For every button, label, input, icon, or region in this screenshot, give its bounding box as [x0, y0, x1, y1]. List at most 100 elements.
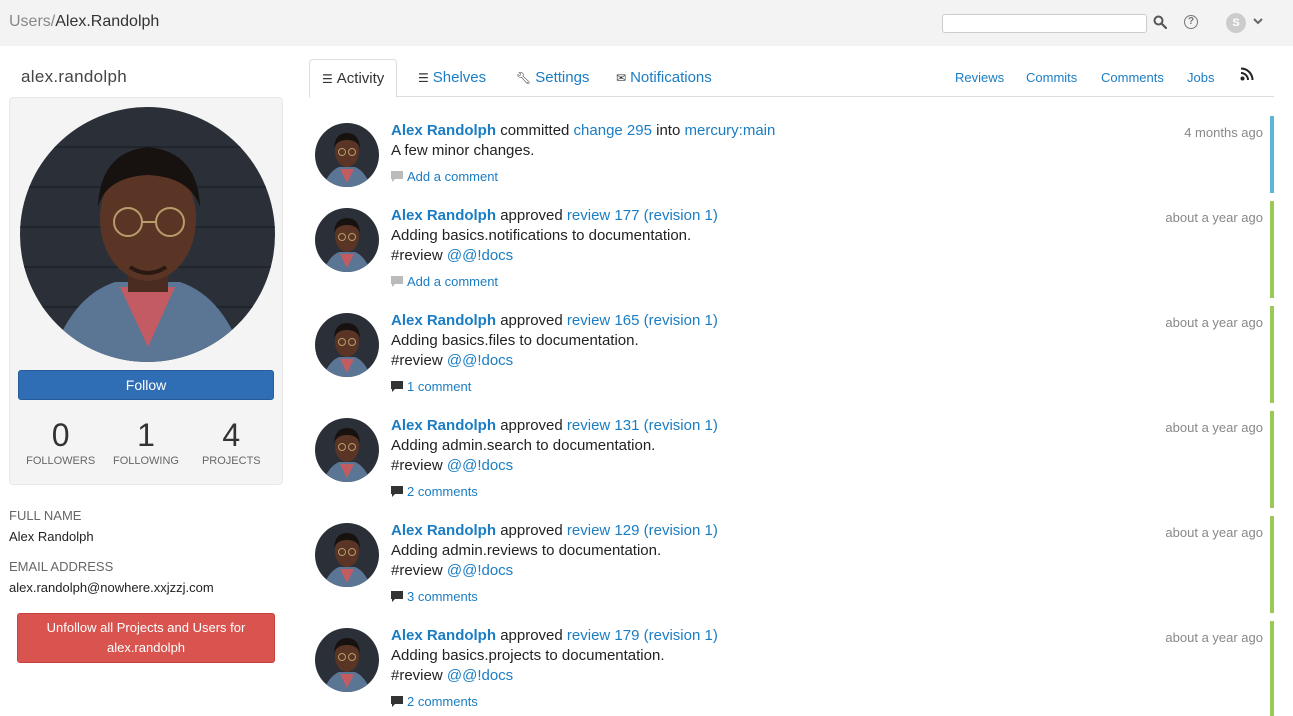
comment-icon — [391, 591, 403, 602]
list-icon: ☰ — [418, 71, 429, 85]
activity-timestamp: about a year ago — [1165, 630, 1263, 645]
follow-button[interactable]: Follow — [18, 370, 274, 400]
author-link[interactable]: Alex Randolph — [391, 122, 496, 139]
review-tag: #review — [391, 352, 443, 369]
top-bar: Users/Alex.Randolph ? S — [0, 0, 1293, 46]
activity-description: Adding basics.files to documentation. — [391, 332, 639, 349]
activity-timestamp: about a year ago — [1165, 315, 1263, 330]
full-name-label: FULL NAME — [9, 508, 82, 523]
profile-card: Follow 0 FOLLOWERS 1 FOLLOWING 4 PROJECT… — [9, 97, 283, 485]
activity-summary: Alex Randolph approved review 177 (revis… — [391, 207, 718, 224]
projects-label: PROJECTS — [201, 455, 261, 467]
envelope-icon: ✉ — [616, 71, 627, 85]
activity-target-link[interactable]: change 295 — [574, 122, 652, 139]
activity-type-bar — [1270, 306, 1274, 403]
comment-icon — [391, 381, 403, 392]
user-menu-avatar[interactable]: S — [1226, 13, 1246, 33]
author-link[interactable]: Alex Randolph — [391, 417, 496, 434]
unfollow-all-button[interactable]: Unfollow all Projects and Users for alex… — [17, 613, 275, 663]
activity-tags: #review @@!docs — [391, 247, 513, 264]
activity-summary: Alex Randolph approved review 131 (revis… — [391, 417, 718, 434]
comments-link[interactable]: Add a comment — [391, 169, 498, 184]
filter-comments-link[interactable]: Comments — [1101, 70, 1164, 85]
activity-target-link[interactable]: review 129 (revision 1) — [567, 522, 718, 539]
activity-target-link[interactable]: review 179 (revision 1) — [567, 627, 718, 644]
activity-tags: #review @@!docs — [391, 352, 513, 369]
mention-link[interactable]: @@!docs — [447, 457, 513, 474]
activity-type-bar — [1270, 116, 1274, 193]
activity-item: Alex Randolph approved review 129 (revis… — [309, 516, 1274, 613]
author-avatar[interactable] — [315, 123, 379, 187]
activity-summary: Alex Randolph committed change 295 into … — [391, 122, 775, 139]
activity-verb: approved — [500, 312, 563, 329]
activity-type-bar — [1270, 201, 1274, 298]
following-stat[interactable]: 1 FOLLOWING — [103, 416, 188, 467]
comments-label: 1 comment — [407, 379, 472, 394]
activity-target-link[interactable]: review 165 (revision 1) — [567, 312, 718, 329]
mention-link[interactable]: @@!docs — [447, 667, 513, 684]
rss-icon[interactable] — [1240, 67, 1254, 81]
mention-link[interactable]: @@!docs — [447, 247, 513, 264]
activity-item: Alex Randolph approved review 179 (revis… — [309, 621, 1274, 716]
activity-target-link[interactable]: review 131 (revision 1) — [567, 417, 718, 434]
activity-description: Adding basics.projects to documentation. — [391, 647, 665, 664]
tab-shelves[interactable]: ☰ Shelves — [406, 59, 498, 97]
email-label: EMAIL ADDRESS — [9, 559, 114, 574]
comment-icon — [391, 486, 403, 497]
mention-link[interactable]: @@!docs — [447, 352, 513, 369]
profile-stats: 0 FOLLOWERS 1 FOLLOWING 4 PROJECTS — [18, 416, 274, 467]
author-avatar[interactable] — [315, 208, 379, 272]
comments-link[interactable]: 2 comments — [391, 694, 478, 709]
profile-username: alex.randolph — [21, 67, 127, 86]
review-tag: #review — [391, 457, 443, 474]
activity-target2-link[interactable]: mercury:main — [684, 122, 775, 139]
comments-label: 2 comments — [407, 484, 478, 499]
author-avatar[interactable] — [315, 628, 379, 692]
filter-jobs-link[interactable]: Jobs — [1187, 70, 1214, 85]
chevron-down-icon[interactable] — [1252, 16, 1264, 26]
author-avatar[interactable] — [315, 523, 379, 587]
comments-link[interactable]: 2 comments — [391, 484, 478, 499]
author-avatar[interactable] — [315, 418, 379, 482]
comments-link[interactable]: Add a comment — [391, 274, 498, 289]
activity-summary: Alex Randolph approved review 179 (revis… — [391, 627, 718, 644]
comments-link[interactable]: 1 comment — [391, 379, 471, 394]
activity-summary: Alex Randolph approved review 129 (revis… — [391, 522, 718, 539]
activity-type-bar — [1270, 411, 1274, 508]
author-link[interactable]: Alex Randolph — [391, 627, 496, 644]
help-icon[interactable]: ? — [1184, 15, 1198, 29]
followers-stat[interactable]: 0 FOLLOWERS — [18, 416, 103, 467]
comments-label: Add a comment — [407, 169, 499, 184]
activity-verb: approved — [500, 522, 563, 539]
activity-timestamp: about a year ago — [1165, 210, 1263, 225]
activity-target-link[interactable]: review 177 (revision 1) — [567, 207, 718, 224]
activity-description: Adding admin.reviews to documentation. — [391, 542, 662, 559]
filter-commits-link[interactable]: Commits — [1026, 70, 1077, 85]
activity-description: Adding admin.search to documentation. — [391, 437, 656, 454]
wrench-icon: 🔧︎ — [516, 71, 532, 85]
activity-verb: committed — [500, 122, 570, 139]
activity-verb: approved — [500, 417, 563, 434]
search-input[interactable] — [942, 14, 1147, 33]
activity-description: A few minor changes. — [391, 142, 535, 159]
author-link[interactable]: Alex Randolph — [391, 207, 496, 224]
tab-settings[interactable]: 🔧︎ Settings — [504, 59, 601, 97]
review-tag: #review — [391, 247, 443, 264]
author-avatar[interactable] — [315, 313, 379, 377]
projects-stat[interactable]: 4 PROJECTS — [189, 416, 274, 467]
unfollow-label-line1: Unfollow all Projects and Users for — [46, 620, 246, 635]
activity-tags: #review @@!docs — [391, 457, 513, 474]
author-link[interactable]: Alex Randolph — [391, 522, 496, 539]
search-icon[interactable] — [1153, 15, 1167, 29]
tab-notifications[interactable]: ✉ Notifications — [604, 59, 724, 97]
activity-description: Adding basics.notifications to documenta… — [391, 227, 692, 244]
comments-link[interactable]: 3 comments — [391, 589, 478, 604]
filter-reviews-link[interactable]: Reviews — [955, 70, 1004, 85]
email-value: alex.randolph@nowhere.xxjzzj.com — [9, 580, 214, 595]
list-icon: ☰ — [322, 72, 333, 86]
author-link[interactable]: Alex Randolph — [391, 312, 496, 329]
mention-link[interactable]: @@!docs — [447, 562, 513, 579]
tab-activity[interactable]: ☰ Activity — [309, 59, 398, 98]
breadcrumb-users-link[interactable]: Users/ — [9, 13, 55, 30]
activity-item: Alex Randolph approved review 131 (revis… — [309, 411, 1274, 508]
